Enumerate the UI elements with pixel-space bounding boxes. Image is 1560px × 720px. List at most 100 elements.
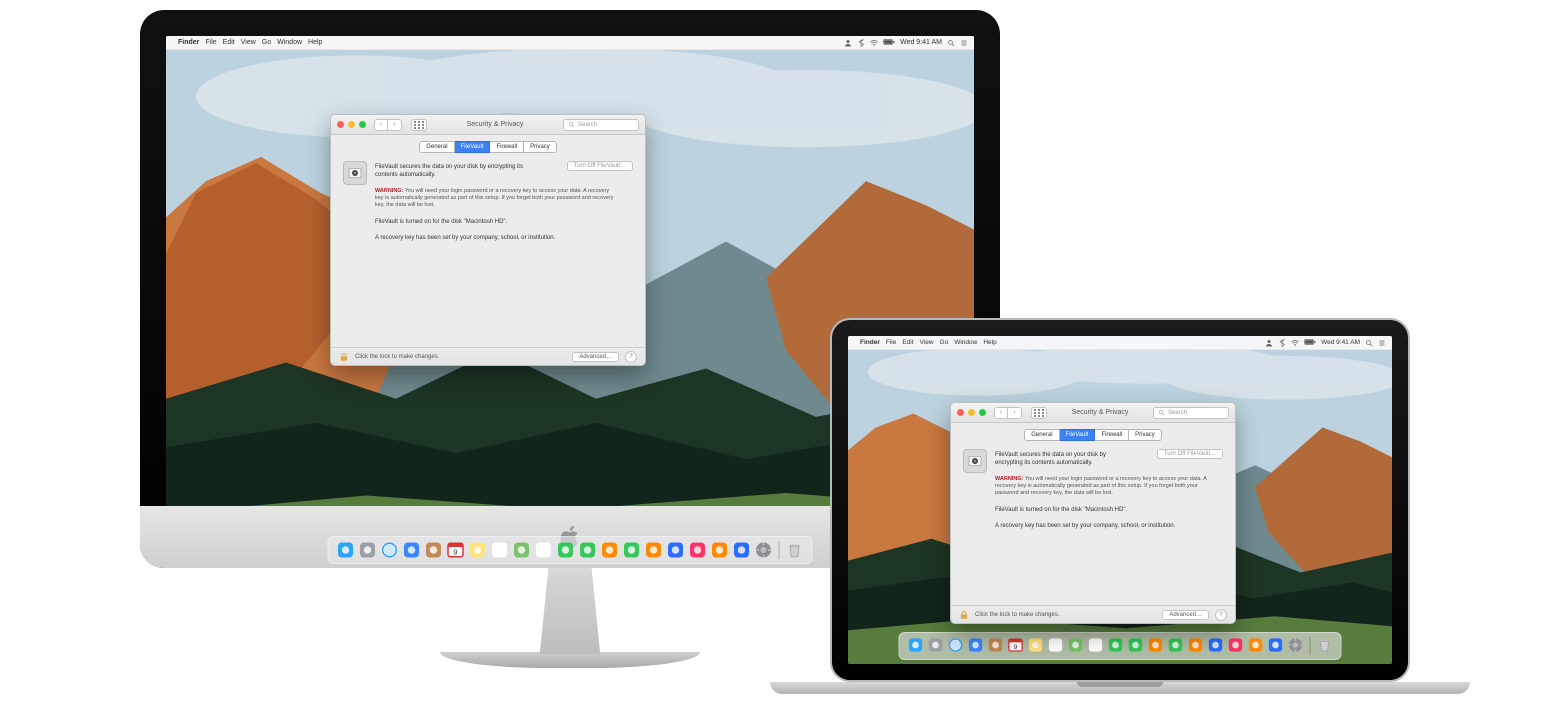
dock-photos[interactable]	[535, 541, 553, 559]
clock[interactable]: Wed 9:41 AM	[1321, 339, 1360, 346]
tab-filevault[interactable]: FileVault	[455, 141, 491, 153]
wifi-icon[interactable]	[870, 39, 878, 47]
menu-window[interactable]: Window	[277, 39, 302, 46]
back-button[interactable]: ‹	[994, 407, 1008, 419]
menu-go[interactable]: Go	[940, 339, 949, 346]
dock-numbers[interactable]	[623, 541, 641, 559]
show-all-button[interactable]	[1031, 407, 1047, 419]
spotlight-icon[interactable]	[947, 39, 955, 47]
dock-itunes[interactable]	[689, 541, 707, 559]
dock-maps[interactable]	[1068, 637, 1084, 653]
dock-ibooks[interactable]	[1248, 637, 1264, 653]
close-button[interactable]	[957, 409, 964, 416]
fast-user-switch-icon[interactable]	[844, 39, 852, 47]
dock-safari[interactable]	[381, 541, 399, 559]
advanced-button[interactable]: Advanced…	[572, 352, 619, 362]
lock-icon[interactable]	[959, 610, 969, 620]
dock-safari[interactable]	[948, 637, 964, 653]
dock-contacts[interactable]	[425, 541, 443, 559]
wifi-icon[interactable]	[1291, 339, 1299, 347]
dock-facetime[interactable]	[1128, 637, 1144, 653]
minimize-button[interactable]	[968, 409, 975, 416]
advanced-button[interactable]: Advanced…	[1162, 610, 1209, 620]
back-button[interactable]: ‹	[374, 119, 388, 131]
menu-window[interactable]: Window	[954, 339, 977, 346]
dock-keynote[interactable]	[1208, 637, 1224, 653]
menu-help[interactable]: Help	[983, 339, 996, 346]
clock[interactable]: Wed 9:41 AM	[900, 39, 942, 46]
dock-launchpad[interactable]	[359, 541, 377, 559]
bluetooth-icon[interactable]	[857, 39, 865, 47]
menu-file[interactable]: File	[205, 39, 216, 46]
menu-go[interactable]: Go	[262, 39, 271, 46]
tab-privacy[interactable]: Privacy	[1129, 429, 1162, 441]
dock-notes[interactable]	[469, 541, 487, 559]
lock-icon[interactable]	[339, 352, 349, 362]
dock-launchpad[interactable]	[928, 637, 944, 653]
forward-button[interactable]: ›	[388, 119, 402, 131]
dock-keynote[interactable]	[667, 541, 685, 559]
dock-photobooth[interactable]	[601, 541, 619, 559]
notification-center-icon[interactable]	[1378, 339, 1386, 347]
dock-numbers[interactable]	[1168, 637, 1184, 653]
dock-finder[interactable]	[908, 637, 924, 653]
fast-user-switch-icon[interactable]	[1265, 339, 1273, 347]
dock-calendar[interactable]: 9	[447, 541, 465, 559]
turn-off-filevault-button[interactable]: Turn Off FileVault…	[1157, 449, 1223, 459]
app-menu[interactable]: Finder	[860, 339, 880, 346]
dock-pages[interactable]	[1188, 637, 1204, 653]
dock-finder[interactable]	[337, 541, 355, 559]
tab-privacy[interactable]: Privacy	[524, 141, 557, 153]
dock-photos[interactable]	[1088, 637, 1104, 653]
search-field[interactable]: Search	[563, 119, 639, 131]
show-all-button[interactable]	[411, 119, 427, 131]
dock-calendar[interactable]: 9	[1008, 637, 1024, 653]
dock-preferences[interactable]	[1288, 637, 1304, 653]
menu-edit[interactable]: Edit	[223, 39, 235, 46]
menu-view[interactable]: View	[920, 339, 934, 346]
close-button[interactable]	[337, 121, 344, 128]
search-field[interactable]: Search	[1153, 407, 1229, 419]
tab-general[interactable]: General	[1024, 429, 1059, 441]
dock-photobooth[interactable]	[1148, 637, 1164, 653]
dock-maps[interactable]	[513, 541, 531, 559]
help-button[interactable]: ?	[1215, 609, 1227, 621]
dock-preferences[interactable]	[755, 541, 773, 559]
help-button[interactable]: ?	[625, 351, 637, 363]
dock-pages[interactable]	[645, 541, 663, 559]
dock-itunes[interactable]	[1228, 637, 1244, 653]
turn-off-filevault-button[interactable]: Turn Off FileVault…	[567, 161, 633, 171]
tab-filevault[interactable]: FileVault	[1060, 429, 1096, 441]
dock-messages[interactable]	[557, 541, 575, 559]
dock-mail[interactable]	[968, 637, 984, 653]
menu-help[interactable]: Help	[308, 39, 322, 46]
dock-mail[interactable]	[403, 541, 421, 559]
dock-facetime[interactable]	[579, 541, 597, 559]
tab-firewall[interactable]: Firewall	[1095, 429, 1129, 441]
dock-notes[interactable]	[1028, 637, 1044, 653]
dock-reminders[interactable]	[1048, 637, 1064, 653]
dock-ibooks[interactable]	[711, 541, 729, 559]
bluetooth-icon[interactable]	[1278, 339, 1286, 347]
menu-file[interactable]: File	[886, 339, 896, 346]
dock-trash[interactable]	[786, 541, 804, 559]
zoom-button[interactable]	[979, 409, 986, 416]
dock-reminders[interactable]	[491, 541, 509, 559]
minimize-button[interactable]	[348, 121, 355, 128]
menu-view[interactable]: View	[241, 39, 256, 46]
tab-firewall[interactable]: Firewall	[490, 141, 524, 153]
dock-appstore[interactable]	[733, 541, 751, 559]
dock-appstore[interactable]	[1268, 637, 1284, 653]
menu-edit[interactable]: Edit	[902, 339, 913, 346]
zoom-button[interactable]	[359, 121, 366, 128]
notification-center-icon[interactable]	[960, 39, 968, 47]
forward-button[interactable]: ›	[1008, 407, 1022, 419]
dock-contacts[interactable]	[988, 637, 1004, 653]
dock-trash[interactable]	[1317, 637, 1333, 653]
battery-icon[interactable]	[1304, 339, 1316, 347]
dock-messages[interactable]	[1108, 637, 1124, 653]
battery-icon[interactable]	[883, 39, 895, 47]
spotlight-icon[interactable]	[1365, 339, 1373, 347]
tab-general[interactable]: General	[419, 141, 454, 153]
app-menu[interactable]: Finder	[178, 39, 199, 46]
